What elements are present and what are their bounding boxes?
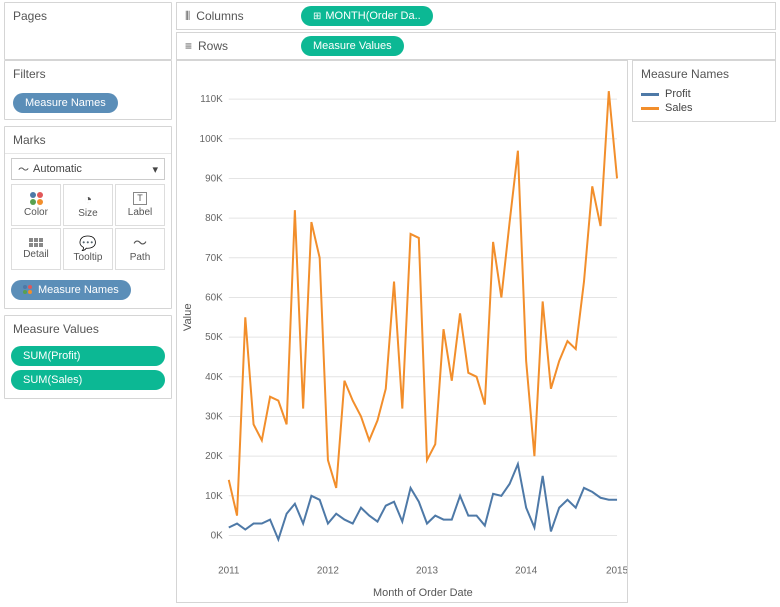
columns-pill[interactable]: ⊞ MONTH(Order Da.. [301,6,433,26]
measure-value-pill-profit[interactable]: SUM(Profit) [11,346,165,366]
mark-label[interactable]: T Label [115,184,165,226]
date-icon: ⊞ [313,11,321,22]
chevron-down-icon: ▾ [152,163,158,176]
svg-text:80K: 80K [205,213,223,224]
mv-pill-0-label: SUM(Profit) [23,350,80,362]
svg-text:40K: 40K [205,372,223,383]
marks-type-dropdown[interactable]: 〜 Automatic ▾ [11,158,165,180]
columns-icon: ⦀ [185,9,190,24]
detail-icon [29,238,43,247]
rows-pill[interactable]: Measure Values [301,36,404,56]
svg-text:2011: 2011 [218,566,240,577]
filter-pill-label: Measure Names [25,97,106,109]
rows-pill-label: Measure Values [313,40,392,52]
legend-item[interactable]: Sales [641,101,767,115]
chart-viewport[interactable]: 0K 10K 20K 30K 40K 50K 60K 70K 80K 90K 100K 110K 201… [176,60,628,603]
marks-type-icon: 〜 Automatic [18,161,82,177]
tooltip-icon: 💬 [79,236,96,250]
mark-size[interactable]: ◔ Size [63,184,113,226]
rows-text: Rows [198,39,228,53]
label-icon: T [133,192,147,205]
legend-label: Profit [665,88,691,100]
rows-icon: ≡ [185,39,192,53]
path-icon: 〜 [133,236,147,250]
svg-text:90K: 90K [205,173,223,184]
columns-shelf-label: ⦀ Columns [177,9,297,24]
marks-pill-label: Measure Names [38,284,119,296]
pages-label: Pages [5,3,171,29]
mark-tooltip[interactable]: 💬 Tooltip [63,228,113,270]
color-pill-icon [23,285,32,294]
filters-title: Filters [5,61,171,87]
svg-text:Month of Order Date: Month of Order Date [373,587,473,599]
svg-text:110K: 110K [200,94,223,105]
measure-value-pill-sales[interactable]: SUM(Sales) [11,370,165,390]
pages-shelf[interactable]: Pages [4,2,172,60]
mark-size-label: Size [78,208,97,219]
columns-pill-label: MONTH(Order Da.. [325,10,420,22]
svg-text:20K: 20K [205,451,223,462]
mark-detail-label: Detail [23,249,49,260]
legend-swatch [641,107,659,110]
measure-values-card: Measure Values SUM(Profit) SUM(Sales) [4,315,172,399]
legend-swatch [641,93,659,96]
marks-type-label: Automatic [33,163,82,175]
svg-text:30K: 30K [205,411,223,422]
svg-text:10K: 10K [205,491,223,502]
columns-shelf[interactable]: ⦀ Columns ⊞ MONTH(Order Da.. [176,2,776,30]
svg-text:2013: 2013 [416,566,439,577]
svg-text:50K: 50K [205,332,223,343]
svg-text:100K: 100K [200,134,224,145]
svg-text:70K: 70K [205,253,223,264]
svg-text:Value: Value [182,303,194,331]
marks-title: Marks [5,127,171,154]
mark-path-label: Path [130,252,151,263]
filter-pill-measure-names[interactable]: Measure Names [13,93,118,113]
mark-color-label: Color [24,207,48,218]
svg-text:2012: 2012 [317,566,340,577]
measure-values-title: Measure Values [5,316,171,342]
size-icon: ◔ [84,192,92,206]
mv-pill-1-label: SUM(Sales) [23,374,82,386]
mark-label-label: Label [128,207,152,218]
mark-color[interactable]: Color [11,184,61,226]
svg-text:60K: 60K [205,292,223,303]
rows-shelf[interactable]: ≡ Rows Measure Values [176,32,776,60]
mark-tooltip-label: Tooltip [74,252,103,263]
legend-card: Measure Names Profit Sales [632,60,776,122]
legend-title: Measure Names [633,61,775,87]
marks-card: Marks 〜 Automatic ▾ [4,126,172,309]
columns-text: Columns [196,9,243,23]
filters-card: Filters Measure Names [4,60,172,120]
legend-item[interactable]: Profit [641,87,767,101]
legend-label: Sales [665,102,693,114]
mark-path[interactable]: 〜 Path [115,228,165,270]
svg-text:2014: 2014 [515,566,538,577]
svg-text:0K: 0K [211,530,223,541]
marks-color-pill[interactable]: Measure Names [11,280,131,300]
rows-shelf-label: ≡ Rows [177,39,297,53]
svg-text:2015: 2015 [606,566,627,577]
mark-detail[interactable]: Detail [11,228,61,270]
color-icon [30,192,43,205]
